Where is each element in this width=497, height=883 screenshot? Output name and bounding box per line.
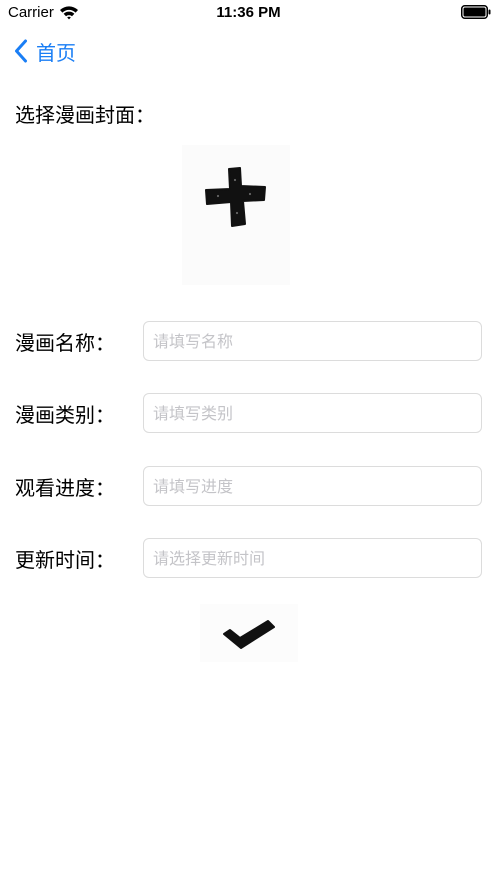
watch-progress-input[interactable]	[143, 466, 482, 506]
update-time-label: 更新时间：	[15, 548, 115, 572]
watch-progress-label: 观看进度：	[15, 476, 115, 500]
chevron-left-icon	[15, 39, 27, 63]
comic-category-input[interactable]	[143, 393, 482, 433]
back-button-label: 首页	[36, 40, 76, 65]
update-time-input[interactable]	[143, 538, 482, 578]
cover-picker-button[interactable]	[182, 145, 290, 285]
battery-full-icon	[461, 5, 491, 19]
plus-icon	[205, 167, 266, 227]
status-bar: Carrier 11:36 PM	[0, 0, 497, 26]
submit-button[interactable]	[200, 604, 298, 662]
cover-label: 选择漫画封面：	[15, 103, 155, 127]
status-time: 11:36 PM	[216, 4, 281, 21]
comic-category-label: 漫画类别：	[15, 403, 115, 427]
checkmark-icon	[223, 620, 275, 649]
comic-name-label: 漫画名称：	[15, 331, 115, 355]
back-button[interactable]: 首页	[14, 36, 76, 66]
comic-name-input[interactable]	[143, 321, 482, 361]
